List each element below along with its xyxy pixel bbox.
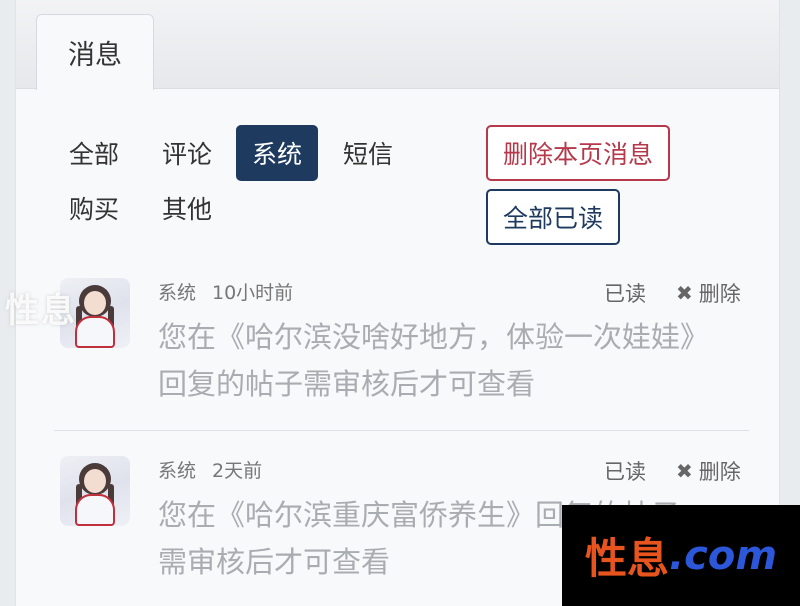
delete-label: 删除 [698, 282, 741, 306]
message-source: 系统 [158, 460, 197, 482]
message-time: 10小时前 [212, 282, 294, 304]
filter-all[interactable]: 全部 [59, 125, 129, 181]
divider [54, 430, 749, 431]
tab-bar: 消息 [16, 0, 779, 90]
delete-message-button[interactable]: ✖ 删除 [676, 456, 741, 486]
watermark-en: .com [668, 532, 778, 579]
filter-comments[interactable]: 评论 [152, 125, 222, 181]
message-time: 2天前 [212, 460, 263, 482]
close-icon: ✖ [676, 281, 693, 305]
mark-read-button[interactable]: 已读 [604, 278, 646, 308]
filter-system[interactable]: 系统 [236, 125, 318, 181]
watermark-cn: 性息 [584, 534, 669, 583]
tab-messages[interactable]: 消息 [36, 14, 154, 90]
filter-sms[interactable]: 短信 [333, 125, 403, 181]
watermark-overlay: 性息 [5, 291, 77, 331]
mark-read-button[interactable]: 已读 [604, 456, 646, 486]
filter-purchase[interactable]: 购买 [59, 180, 129, 236]
watermark-logo: 性息 .com [562, 505, 800, 606]
delete-message-button[interactable]: ✖ 删除 [676, 278, 741, 308]
close-icon: ✖ [676, 459, 693, 483]
message-source: 系统 [158, 282, 197, 304]
delete-page-messages-button[interactable]: 删除本页消息 [486, 125, 670, 181]
avatar [60, 456, 130, 526]
message-item: 系统 10小时前 已读 ✖ 删除 您在《哈尔滨没啥好地方，体验一次娃娃》回复的帖… [54, 278, 749, 418]
message-text: 您在《哈尔滨没啥好地方，体验一次娃娃》回复的帖子需审核后才可查看 [158, 320, 695, 401]
mark-all-read-button[interactable]: 全部已读 [486, 189, 620, 245]
delete-label: 删除 [698, 460, 741, 484]
filter-other[interactable]: 其他 [152, 180, 222, 236]
